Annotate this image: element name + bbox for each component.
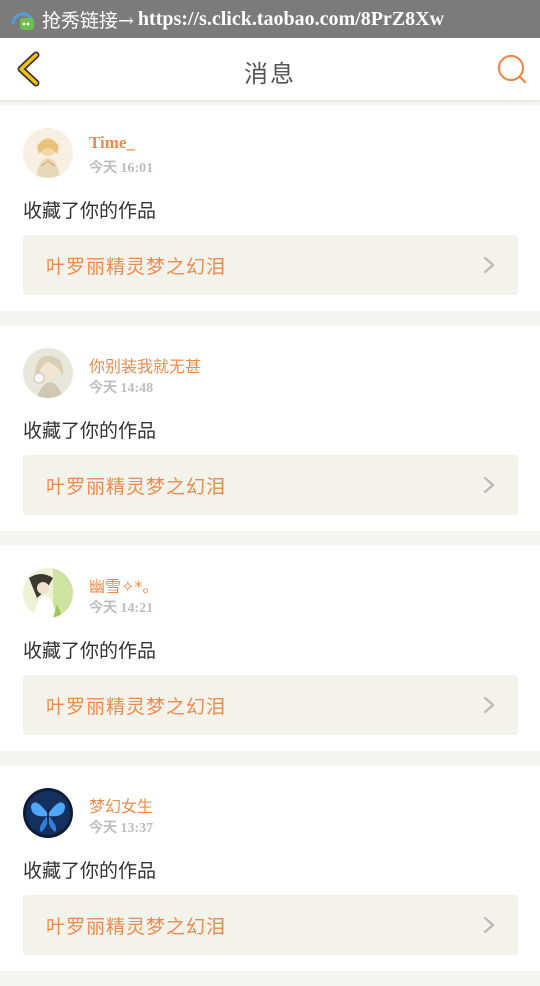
avatar[interactable] — [23, 348, 73, 398]
work-link[interactable]: 叶罗丽精灵梦之幻泪 — [23, 895, 518, 955]
avatar[interactable] — [23, 128, 73, 178]
timestamp: 今天 13:37 — [89, 821, 154, 836]
search-button[interactable] — [494, 51, 530, 87]
chevron-right-icon — [483, 696, 495, 714]
chevron-right-icon — [483, 256, 495, 274]
chevron-right-icon — [483, 476, 495, 494]
avatar[interactable] — [23, 788, 73, 838]
page-title: 消息 — [244, 60, 296, 88]
work-link[interactable]: 叶罗丽精灵梦之幻泪 — [23, 675, 518, 735]
navigation-bar: 消息 — [0, 38, 540, 101]
username[interactable]: 梦幻女生 — [89, 793, 153, 817]
message-card: 你别装我就无甚 今天 14:48 收藏了你的作品 叶罗丽精灵梦之幻泪 — [0, 326, 540, 531]
chevron-right-icon — [483, 916, 495, 934]
timestamp: 今天 14:48 — [89, 381, 154, 396]
work-title: 叶罗丽精灵梦之幻泪 — [46, 696, 227, 718]
share-link-url[interactable]: https://s.click.taobao.com/8PrZ8Xw — [138, 8, 444, 31]
timestamp: 今天 16:01 — [89, 161, 154, 176]
search-icon — [497, 54, 527, 84]
share-link-prefix: 抢秀链接→ — [42, 9, 134, 32]
message-card: Time_ 今天 16:01 收藏了你的作品 叶罗丽精灵梦之幻泪 — [0, 106, 540, 311]
message-list: Time_ 今天 16:01 收藏了你的作品 叶罗丽精灵梦之幻泪 你别装我就无甚… — [0, 106, 540, 986]
action-text: 收藏了你的作品 — [23, 420, 157, 442]
action-text: 收藏了你的作品 — [23, 640, 157, 662]
status-bar: 抢秀链接→ https://s.click.taobao.com/8PrZ8Xw — [0, 0, 540, 38]
chat-bubble-icon — [8, 4, 38, 34]
timestamp: 今天 14:21 — [89, 601, 154, 616]
username[interactable]: Time_ — [89, 133, 135, 153]
message-card: 幽雪✧*。 今天 14:21 收藏了你的作品 叶罗丽精灵梦之幻泪 — [0, 546, 540, 751]
work-title: 叶罗丽精灵梦之幻泪 — [46, 256, 227, 278]
avatar[interactable] — [23, 568, 73, 618]
username[interactable]: 你别装我就无甚 — [89, 353, 201, 377]
work-title: 叶罗丽精灵梦之幻泪 — [46, 916, 227, 938]
work-link[interactable]: 叶罗丽精灵梦之幻泪 — [23, 235, 518, 295]
work-title: 叶罗丽精灵梦之幻泪 — [46, 476, 227, 498]
work-link[interactable]: 叶罗丽精灵梦之幻泪 — [23, 455, 518, 515]
username[interactable]: 幽雪✧*。 — [89, 573, 158, 597]
message-card: 梦幻女生 今天 13:37 收藏了你的作品 叶罗丽精灵梦之幻泪 — [0, 766, 540, 971]
action-text: 收藏了你的作品 — [23, 860, 157, 882]
action-text: 收藏了你的作品 — [23, 200, 157, 222]
